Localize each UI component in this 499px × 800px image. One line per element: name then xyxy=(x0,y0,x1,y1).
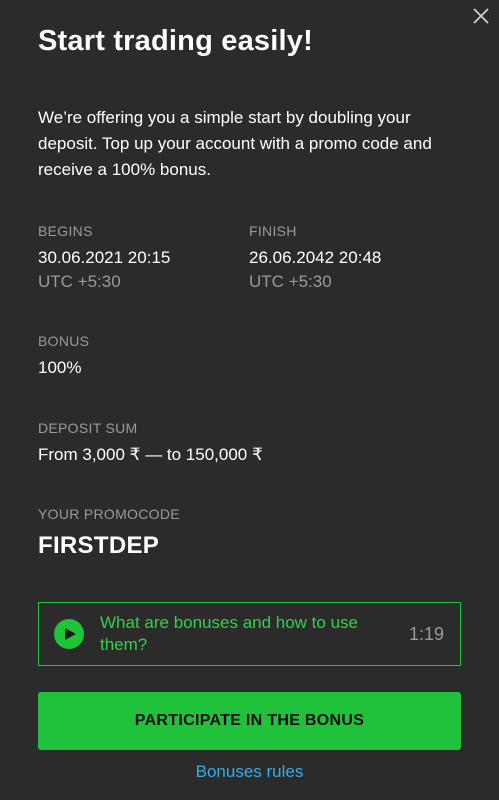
begins-datetime: 30.06.2021 20:15 xyxy=(38,248,171,267)
begins-block: BEGINS 30.06.2021 20:15 UTC +5:30 xyxy=(38,222,170,294)
promo-block: YOUR PROMOCODE FIRSTDEP xyxy=(38,505,180,561)
finish-label: FINISH xyxy=(249,223,297,239)
deposit-block: DEPOSIT SUM From 3,000 ₹ — to 150,000 ₹ xyxy=(38,419,263,467)
modal-title: Start trading easily! xyxy=(38,25,313,57)
play-icon[interactable] xyxy=(54,619,84,649)
close-icon xyxy=(473,8,489,24)
begins-timezone: UTC +5:30 xyxy=(38,272,121,291)
bonus-label: BONUS xyxy=(38,333,90,349)
video-title: What are bonuses and how to use them? xyxy=(100,613,358,654)
finish-datetime: 26.06.2042 20:48 xyxy=(249,248,382,267)
finish-block: FINISH 26.06.2042 20:48 UTC +5:30 xyxy=(249,222,381,294)
deposit-label: DEPOSIT SUM xyxy=(38,420,138,436)
bonus-modal: Start trading easily! We’re offering you… xyxy=(0,0,499,800)
deposit-value: From 3,000 ₹ — to 150,000 ₹ xyxy=(38,445,263,464)
promo-code: FIRSTDEP xyxy=(38,532,160,559)
video-tutorial-button[interactable]: What are bonuses and how to use them? 1:… xyxy=(38,602,461,666)
bonus-block: BONUS 100% xyxy=(38,332,89,380)
bonus-value: 100% xyxy=(38,358,82,377)
intro-text: We’re offering you a simple start by dou… xyxy=(38,108,432,179)
bonuses-rules-link[interactable]: Bonuses rules xyxy=(0,761,499,783)
video-duration: 1:19 xyxy=(408,624,444,644)
participate-button[interactable]: PARTICIPATE IN THE BONUS xyxy=(38,692,461,750)
begins-label: BEGINS xyxy=(38,223,93,239)
finish-timezone: UTC +5:30 xyxy=(249,272,332,291)
close-button[interactable] xyxy=(471,6,491,26)
promo-label: YOUR PROMOCODE xyxy=(38,506,180,522)
